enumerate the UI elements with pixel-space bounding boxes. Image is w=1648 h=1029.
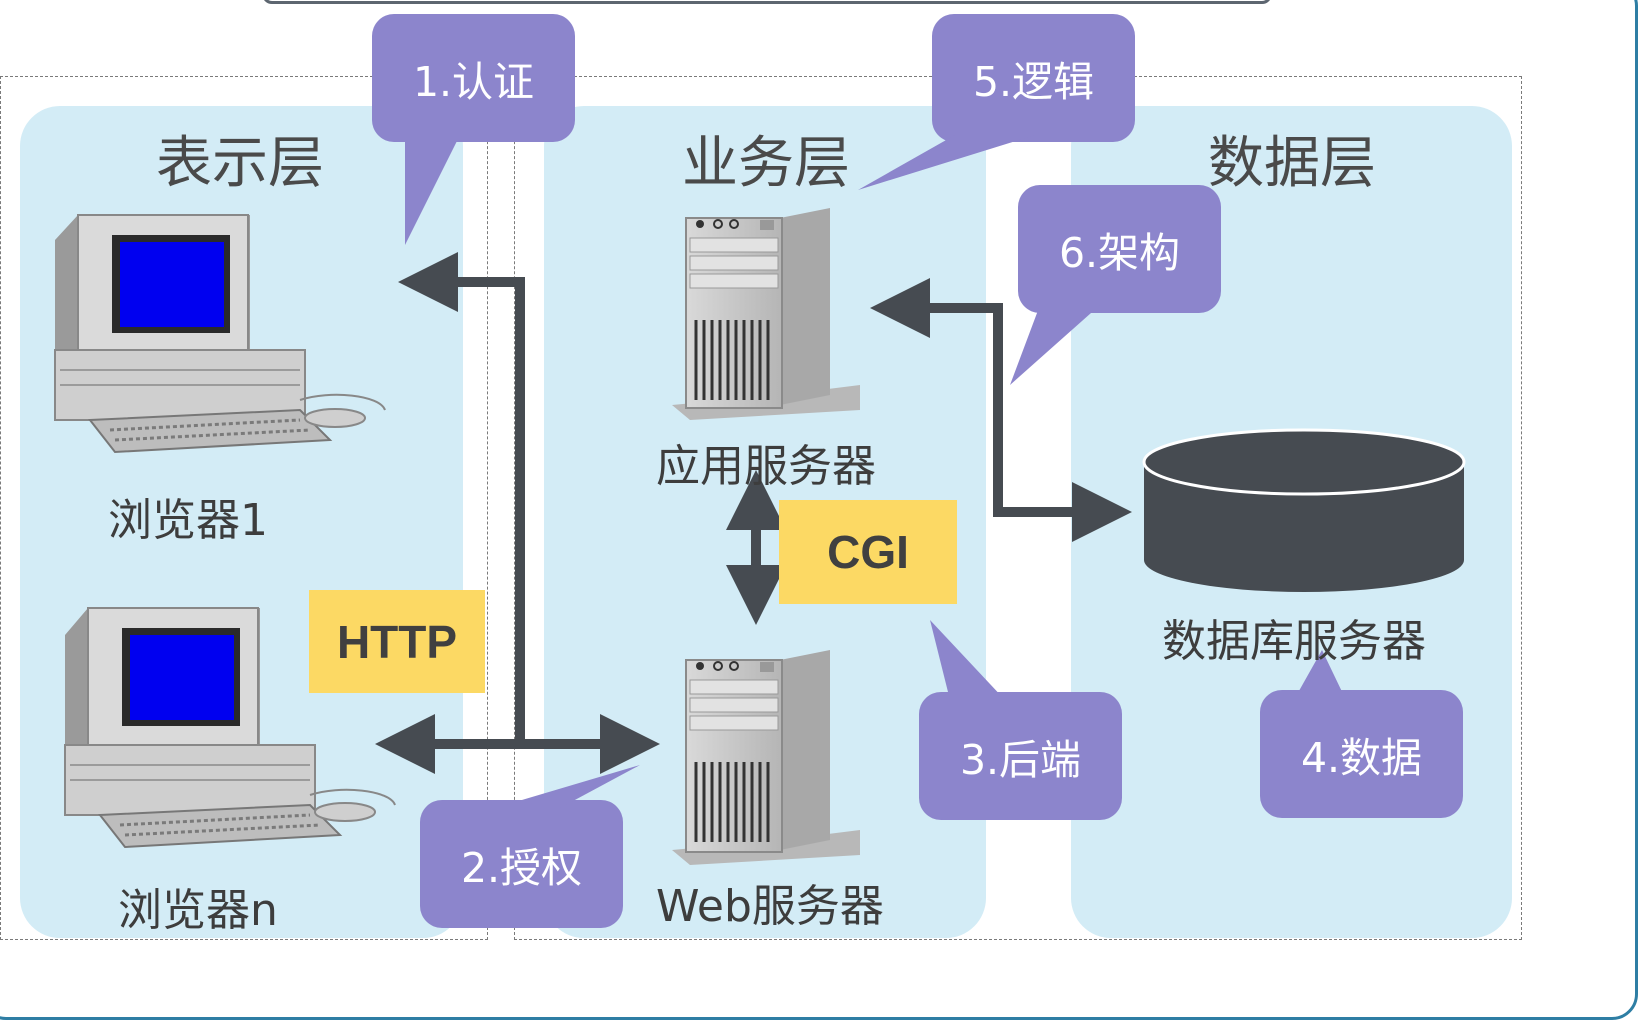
cgi-label: CGI bbox=[779, 500, 957, 604]
http-label: HTTP bbox=[309, 590, 485, 693]
db-server-label: 数据库服务器 bbox=[1162, 616, 1426, 667]
browser-1-label: 浏览器1 bbox=[108, 495, 268, 546]
callout-2-text: 2.授权 bbox=[460, 844, 583, 892]
callout-3-text: 3.后端 bbox=[959, 736, 1082, 784]
app-server-label: 应用服务器 bbox=[656, 441, 876, 492]
browser-n-label: 浏览器n bbox=[118, 885, 278, 936]
app-server-icon bbox=[672, 208, 860, 420]
web-server-label: Web服务器 bbox=[656, 881, 884, 932]
callout-tail-3 bbox=[930, 620, 1005, 700]
db-to-app-arrow bbox=[870, 278, 1003, 480]
computer-icon-1 bbox=[54, 214, 386, 454]
app-to-db-arrow bbox=[993, 470, 1132, 542]
callout-1-text: 1.认证 bbox=[412, 58, 535, 106]
callout-4-text: 4.数据 bbox=[1300, 734, 1423, 782]
callout-6-text: 6.架构 bbox=[1058, 229, 1181, 277]
screen-icon bbox=[130, 635, 234, 720]
web-server-icon bbox=[672, 650, 860, 865]
callout-tail-5 bbox=[858, 135, 1035, 190]
callout-tail-6 bbox=[1010, 305, 1100, 385]
callout-5-text: 5.逻辑 bbox=[972, 58, 1095, 106]
screen-icon bbox=[120, 242, 224, 327]
callout-tail-1 bbox=[405, 135, 460, 245]
database-icon bbox=[1142, 428, 1466, 592]
